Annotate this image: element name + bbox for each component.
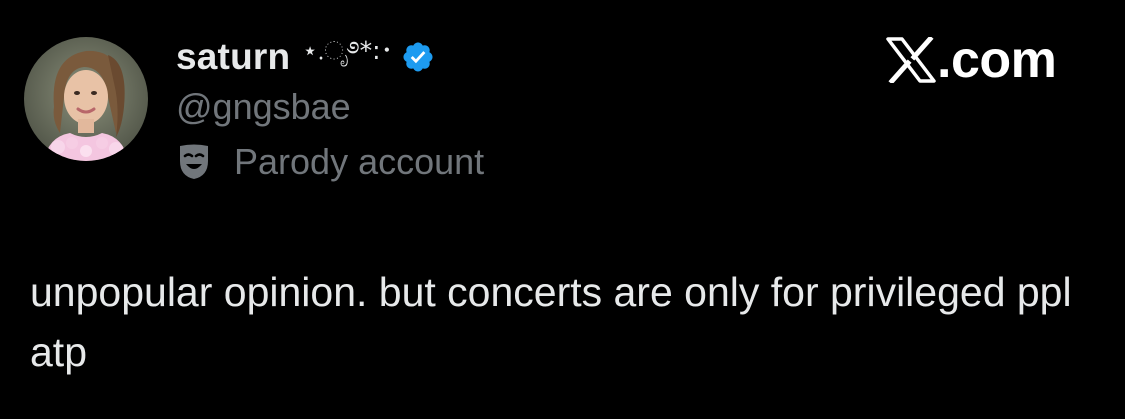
user-handle[interactable]: @gngsbae — [176, 86, 351, 128]
parody-account-label: Parody account — [234, 141, 485, 182]
avatar-photo — [24, 37, 148, 161]
parody-label-row: Parody account — [176, 140, 484, 184]
tweet-card: saturn ⋆.ೃ࿔*:･ @gngsbae Parody account .… — [0, 0, 1125, 419]
verified-badge-icon — [401, 40, 435, 74]
name-decoration: ⋆.ೃ࿔*:･ — [302, 35, 394, 65]
brand-logo: .com — [886, 30, 1057, 90]
theater-mask-icon — [176, 143, 212, 181]
display-name[interactable]: saturn — [176, 36, 290, 78]
avatar[interactable] — [24, 37, 148, 161]
x-logo-icon — [886, 35, 936, 85]
brand-suffix: .com — [937, 31, 1057, 89]
display-name-row: saturn ⋆.ೃ࿔*:･ — [176, 34, 435, 80]
tweet-text: unpopular opinion. but concerts are only… — [30, 269, 1072, 375]
